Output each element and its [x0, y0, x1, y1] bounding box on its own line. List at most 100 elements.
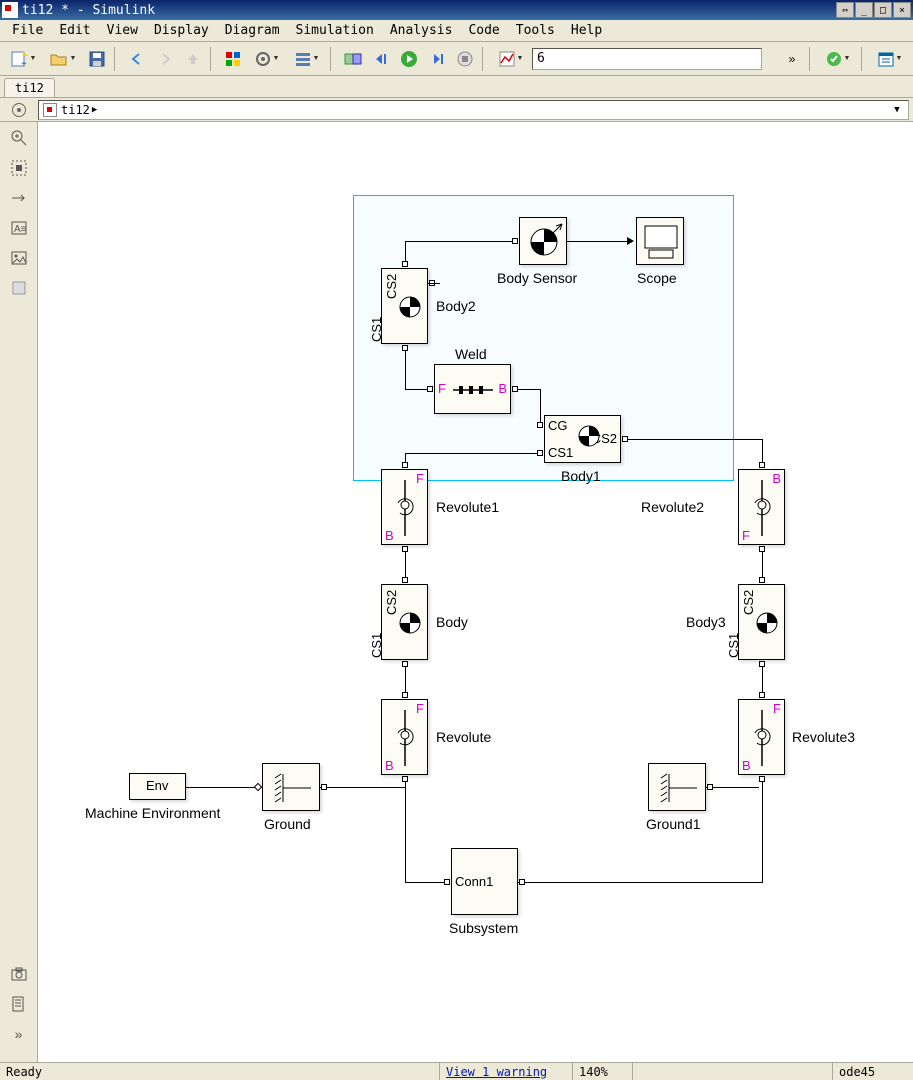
block-ground1[interactable] [648, 763, 706, 811]
open-button[interactable]: ▼ [44, 46, 82, 72]
label-subsystem: Subsystem [449, 920, 518, 936]
block-body-sensor[interactable] [519, 217, 567, 265]
fit-to-view-icon[interactable] [9, 158, 29, 178]
menu-file[interactable]: File [4, 21, 51, 40]
block-revolute2[interactable]: B F [738, 469, 785, 545]
breadcrumb[interactable]: ti12 ▶ ▼ [38, 100, 909, 120]
port-weld-f: F [438, 381, 446, 396]
model-tab[interactable]: ti12 [4, 78, 55, 97]
breadcrumb-row: ti12 ▶ ▼ [0, 98, 913, 122]
hide-explorer-button[interactable] [0, 103, 38, 117]
area-icon[interactable] [9, 278, 29, 298]
block-ground[interactable] [262, 763, 320, 811]
tabbar: ti12 [0, 76, 913, 98]
menu-view[interactable]: View [99, 21, 146, 40]
block-weld[interactable]: F B [434, 364, 511, 414]
menu-tools[interactable]: Tools [508, 21, 563, 40]
block-revolute1[interactable]: F B [381, 469, 428, 545]
save-button[interactable] [84, 46, 110, 72]
simulation-stop-time-input[interactable] [532, 48, 762, 70]
block-subsystem[interactable]: Conn1 [451, 848, 518, 915]
menu-simulation[interactable]: Simulation [288, 21, 382, 40]
block-body2[interactable]: CS1 CS2 [381, 268, 428, 344]
palette: A≡ » [0, 122, 38, 1062]
status-ready: Ready [0, 1063, 440, 1080]
breadcrumb-dropdown[interactable]: ▼ [890, 105, 904, 115]
label-body1: Body1 [561, 468, 601, 484]
main-area: A≡ » Env Machine Environment Ground Grou… [0, 122, 913, 1062]
statusbar: Ready View 1 warning 140% ode45 [0, 1062, 913, 1080]
model-config-button[interactable]: ▼ [248, 46, 286, 72]
menu-analysis[interactable]: Analysis [382, 21, 461, 40]
step-back-button[interactable] [368, 46, 394, 72]
image-icon[interactable] [9, 248, 29, 268]
canvas[interactable]: Env Machine Environment Ground Ground1 F… [38, 122, 913, 1062]
new-model-button[interactable]: +▼ [4, 46, 42, 72]
back-button[interactable] [124, 46, 150, 72]
annotation-icon[interactable]: A≡ [9, 218, 29, 238]
port-revolute2-b: B [772, 471, 781, 486]
status-blank [633, 1063, 833, 1080]
maximize-button[interactable]: □ [874, 2, 892, 18]
window-buttons: ⇔ _ □ × [836, 2, 911, 18]
model-explorer-button[interactable]: ▼ [288, 46, 326, 72]
breadcrumb-arrow-icon[interactable]: ▶ [92, 105, 97, 115]
more-toolbar-button[interactable]: » [779, 46, 805, 72]
menu-help[interactable]: Help [563, 21, 610, 40]
label-ground1: Ground1 [646, 816, 700, 832]
block-revolute3[interactable]: F B [738, 699, 785, 775]
toggle-perspective-icon[interactable] [9, 188, 29, 208]
status-warning[interactable]: View 1 warning [440, 1063, 573, 1080]
breadcrumb-root[interactable]: ti12 [61, 103, 90, 117]
label-body-sensor: Body Sensor [497, 270, 577, 286]
menu-edit[interactable]: Edit [51, 21, 98, 40]
status-solver: ode45 [833, 1063, 913, 1080]
block-machine-environment[interactable]: Env [129, 773, 186, 800]
port-weld-b: B [498, 381, 507, 396]
block-body[interactable]: CS1 CS2 [381, 584, 428, 660]
label-weld: Weld [455, 346, 487, 362]
forward-button[interactable] [152, 46, 178, 72]
svg-text:A≡: A≡ [14, 224, 27, 235]
label-machine-environment: Machine Environment [85, 805, 220, 821]
diagnostics-button[interactable]: ▼ [819, 46, 857, 72]
window-title: ti12 * - Simulink [22, 3, 836, 18]
app-icon [2, 2, 18, 18]
block-body3[interactable]: CS1 CS2 [738, 584, 785, 660]
expand-palette-icon[interactable]: » [9, 1024, 29, 1044]
port-revolute3-f: F [773, 701, 781, 716]
titlebar: ti12 * - Simulink ⇔ _ □ × [0, 0, 913, 20]
menu-diagram[interactable]: Diagram [217, 21, 288, 40]
menu-code[interactable]: Code [460, 21, 507, 40]
label-body2: Body2 [436, 298, 476, 314]
update-diagram-button[interactable] [340, 46, 366, 72]
label-ground: Ground [264, 816, 311, 832]
run-button[interactable] [396, 46, 422, 72]
menu-display[interactable]: Display [146, 21, 217, 40]
toolbar: +▼ ▼ ▼ ▼ ▼ » ▼ ▼ [0, 42, 913, 76]
minimize-button[interactable]: _ [855, 2, 873, 18]
port-revolute3-b: B [742, 758, 751, 773]
up-button[interactable] [180, 46, 206, 72]
zoom-in-icon[interactable] [9, 128, 29, 148]
label-scope: Scope [637, 270, 677, 286]
model-properties-icon[interactable] [9, 994, 29, 1014]
port-env: Env [146, 778, 168, 793]
dock-button[interactable]: ⇔ [836, 2, 854, 18]
label-revolute1: Revolute1 [436, 499, 499, 515]
screenshot-icon[interactable] [9, 964, 29, 984]
svg-text:+: + [21, 59, 27, 68]
step-forward-button[interactable] [424, 46, 450, 72]
block-scope[interactable] [636, 217, 684, 265]
schedule-button[interactable]: ▼ [871, 46, 909, 72]
label-body: Body [436, 614, 468, 630]
close-button[interactable]: × [893, 2, 911, 18]
block-revolute[interactable]: F B [381, 699, 428, 775]
block-body1[interactable]: CG CS1 CS2 [544, 415, 621, 463]
menubar: File Edit View Display Diagram Simulatio… [0, 20, 913, 42]
stop-button[interactable] [452, 46, 478, 72]
library-browser-button[interactable] [220, 46, 246, 72]
model-icon [43, 103, 57, 117]
simulation-data-inspector-button[interactable]: ▼ [492, 46, 530, 72]
label-revolute: Revolute [436, 729, 491, 745]
